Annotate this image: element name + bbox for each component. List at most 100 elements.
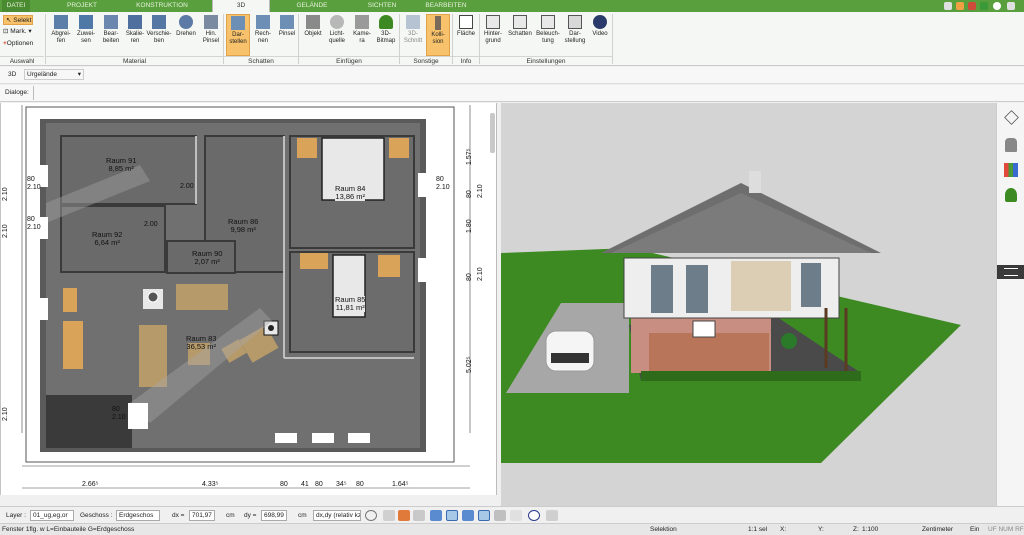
hedge: [641, 371, 861, 381]
window-dimension: 80 2.10: [436, 176, 450, 191]
window-dimension: 80 2.10: [27, 216, 41, 231]
wall-snap-icon[interactable]: [462, 510, 474, 521]
layers-icon[interactable]: [1004, 110, 1019, 125]
grid-snap-icon[interactable]: [413, 510, 425, 521]
room-label-86: Raum 86 9,98 m²: [228, 218, 258, 234]
status-z: Z:: [853, 526, 859, 533]
collapse-panel-button[interactable]: [997, 265, 1024, 279]
scrollbar: [490, 113, 495, 153]
snap-icon[interactable]: [383, 510, 395, 521]
tab-projekt[interactable]: PROJEKT: [58, 0, 106, 12]
status-unit: Zentimeter: [922, 526, 954, 533]
room-label-85: Raum 85 11,81 m²: [335, 296, 366, 312]
bulb-icon: [330, 15, 344, 29]
drehen-label: Drehen: [176, 31, 196, 37]
tree: [781, 333, 797, 349]
schatten-settings-button[interactable]: Schatten: [506, 14, 534, 56]
help-icon[interactable]: [993, 2, 1001, 10]
tab-datei[interactable]: DATEI: [2, 0, 30, 12]
print-icon[interactable]: [968, 2, 976, 10]
window-dimension: 80 2.10: [112, 406, 126, 421]
kamera-label: Kame- ra: [353, 31, 371, 44]
north-icon[interactable]: [528, 510, 540, 521]
kollision-button[interactable]: Kolli- sion: [426, 14, 450, 56]
object-snap-icon[interactable]: [494, 510, 506, 521]
skalieren-button[interactable]: Skalie- ren: [123, 14, 147, 56]
rechnen-label: Rech- nen: [254, 31, 271, 44]
video-button[interactable]: Video: [588, 14, 612, 56]
window: [128, 403, 148, 429]
status-text: Fenster 1flg. w L=Einbauteile G=Erdgesch…: [2, 526, 135, 533]
collision-icon: [435, 16, 441, 30]
mark-button[interactable]: ⊡ Mark. ▾: [3, 27, 32, 37]
room-area: 9,98 m²: [230, 225, 256, 234]
tab-gelaende[interactable]: GELÄNDE: [288, 0, 336, 12]
selekt-button[interactable]: ↖ Selekt: [3, 15, 33, 25]
hintergrund-button[interactable]: Hinter- grund: [481, 14, 505, 56]
3d-bitmap-label: 3D- Bitmap: [376, 31, 396, 44]
optionen-button[interactable]: +Optionen: [3, 39, 33, 49]
floor-plan-view[interactable]: Raum 91 8,85 m² Raum 92 6,64 m² Raum 86 9,9…: [0, 103, 497, 495]
optionen-label: Optionen: [6, 40, 34, 47]
export-view-icon[interactable]: [546, 510, 558, 521]
tab-bearbeiten[interactable]: BEARBEITEN: [420, 0, 472, 12]
dx-input[interactable]: 701,97: [189, 510, 215, 521]
3d-bitmap-button[interactable]: 3D- Bitmap: [374, 14, 398, 56]
status-bar: Fenster 1flg. w L=Einbauteile G=Erdgesch…: [0, 523, 1024, 535]
zuweisen-button[interactable]: Zuwei- sen: [74, 14, 98, 56]
3d-view[interactable]: [501, 103, 996, 506]
scale-icon: [128, 15, 142, 29]
clock-icon[interactable]: [365, 510, 377, 521]
lichtquelle-button[interactable]: Licht- quelle: [325, 14, 349, 56]
dimension-label: 80: [356, 481, 364, 488]
group-material: Material: [46, 56, 223, 66]
darstellen-button[interactable]: Dar- stellen: [226, 14, 250, 56]
tree-icon[interactable]: [1005, 188, 1017, 202]
plane-icon[interactable]: [430, 510, 442, 521]
geschoss-select[interactable]: Erdgeschos: [116, 510, 160, 521]
terrace-floor: [649, 333, 769, 371]
dx-label: dx =: [172, 512, 185, 519]
video-label: Video: [592, 31, 608, 37]
pinsel-button[interactable]: Pinsel: [275, 14, 299, 56]
flaeche-button[interactable]: Fläche: [454, 14, 478, 56]
layer-select[interactable]: 01_ug,eg,or: [30, 510, 74, 521]
bearbeiten-label: Bear- beiten: [102, 31, 120, 44]
settings-icon[interactable]: [1007, 2, 1015, 10]
grid-icon[interactable]: [510, 510, 522, 521]
tab-sichten[interactable]: SICHTEN: [358, 0, 406, 12]
tab-konstruktion[interactable]: KONSTRUKTION: [134, 0, 190, 12]
dy-input[interactable]: 698,99: [261, 510, 287, 521]
export-icon[interactable]: [980, 2, 988, 10]
window: [312, 433, 334, 443]
input-bar: Layer : 01_ug,eg,or Geschoss : Erdgescho…: [0, 506, 1024, 523]
3d-schnitt-button[interactable]: 3D- Schnitt: [401, 14, 425, 56]
kamera-button[interactable]: Kame- ra: [350, 14, 374, 56]
terrain-select[interactable]: Urgelände ▾: [24, 69, 84, 80]
group-schatten: Schatten: [224, 56, 298, 66]
status-y: Y:: [818, 526, 824, 533]
palette-icon[interactable]: [1004, 163, 1018, 177]
abgreifen-label: Abgrei- fen: [51, 31, 71, 44]
drehen-button[interactable]: Drehen: [174, 14, 198, 56]
hin-pinsel-button[interactable]: Hin. Pinsel: [199, 14, 223, 56]
verschieben-button[interactable]: Verschie- ben: [146, 14, 172, 56]
angle-icon[interactable]: [446, 510, 458, 521]
tab-3d[interactable]: 3D: [212, 0, 270, 12]
beleuchtung-button[interactable]: Beleuch- tung: [535, 14, 561, 56]
chair-icon[interactable]: [1005, 138, 1017, 152]
background-house-icon: [486, 15, 500, 29]
nightstand: [378, 255, 400, 277]
rechnen-button[interactable]: Rech- nen: [251, 14, 275, 56]
save-icon[interactable]: [956, 2, 964, 10]
mode-select[interactable]: dx,dy (relativ kz: [313, 510, 361, 521]
minimize-icon[interactable]: [944, 2, 952, 10]
window-pane: [651, 265, 673, 313]
bearbeiten-button[interactable]: Bear- beiten: [99, 14, 123, 56]
darstellung-button[interactable]: Dar- stellung: [563, 14, 587, 56]
layer-view-icon[interactable]: [478, 510, 490, 521]
objekt-button[interactable]: Objekt: [301, 14, 325, 56]
monitor-snap-icon[interactable]: [398, 510, 410, 521]
abgreifen-button[interactable]: Abgrei- fen: [49, 14, 73, 56]
cube-calc-icon: [256, 15, 270, 29]
